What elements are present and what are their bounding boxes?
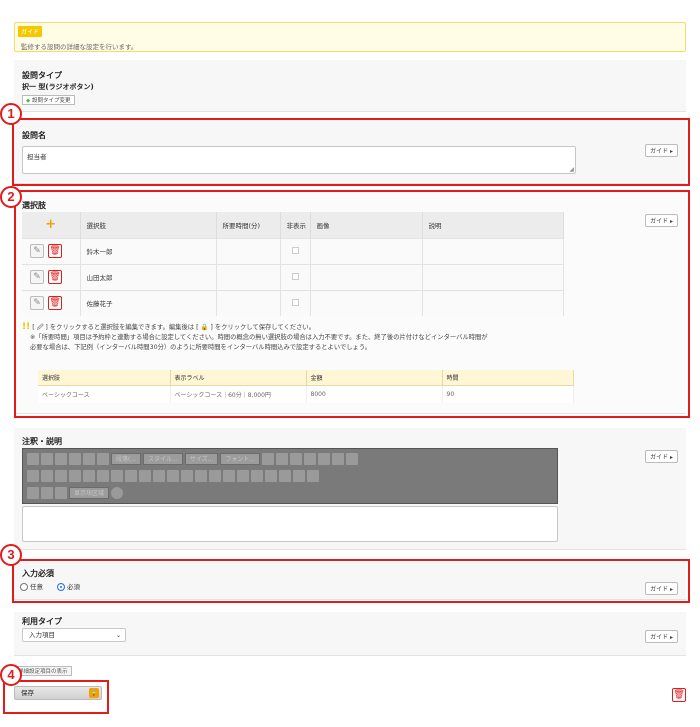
bullet-list-icon[interactable]	[181, 470, 193, 482]
align-left-icon[interactable]	[111, 470, 123, 482]
usage-type-value: 入力項目	[29, 631, 55, 639]
indent-icon[interactable]	[304, 453, 317, 465]
superscript-icon[interactable]	[97, 470, 109, 482]
usage-type-label: 利用タイプ	[22, 617, 62, 626]
usage-type-select[interactable]: 入力項目 ⌄	[22, 628, 126, 642]
chevron-down-icon: ⌄	[115, 632, 121, 639]
diamond-icon: ◆	[26, 98, 31, 104]
table-insert-icon[interactable]	[237, 470, 249, 482]
smiley-icon[interactable]	[265, 470, 277, 482]
question-type-change-label: 設問タイプ変更	[31, 98, 71, 104]
highlight-box-required	[12, 559, 690, 603]
rule-icon[interactable]	[346, 453, 359, 465]
help-icon[interactable]	[111, 487, 124, 499]
page-break-icon[interactable]	[279, 470, 291, 482]
guide-tag: ガイド	[18, 26, 43, 37]
special-char-icon[interactable]	[251, 470, 263, 482]
question-type-panel: 設問タイプ 択一 型(ラジオボタン) ◆ 設問タイプ変更	[14, 60, 686, 112]
guide-banner: ガイド 監修する設問の詳細な設定を行います。	[14, 22, 686, 52]
bold-icon[interactable]	[41, 453, 53, 465]
marker-4: 4	[0, 664, 22, 686]
marker-3: 3	[0, 544, 22, 566]
underline-icon[interactable]	[55, 470, 67, 482]
align-icon[interactable]	[332, 453, 345, 465]
copy-icon[interactable]	[262, 453, 275, 465]
subscript-icon[interactable]	[83, 470, 95, 482]
undo-icon[interactable]	[293, 470, 305, 482]
question-type-change-button[interactable]: ◆ 設問タイプ変更	[22, 95, 75, 105]
editor-toolbar: 段落(... スタイル... サイズ... フォント... 显示块区域	[22, 448, 558, 504]
delete-question-trash-icon[interactable]: 🗑	[672, 688, 686, 702]
link-icon[interactable]	[97, 453, 109, 465]
source-icon[interactable]	[27, 453, 39, 465]
print-icon[interactable]	[41, 487, 53, 499]
list-icon[interactable]	[290, 453, 303, 465]
table-icon[interactable]	[83, 453, 95, 465]
marker-1: 1	[0, 103, 22, 125]
highlight-box-save	[3, 680, 109, 714]
bg-color-icon[interactable]	[223, 470, 235, 482]
advanced-settings-link[interactable]: 詳細設定項目の表示	[14, 666, 72, 676]
guide-text: 監修する設問の詳細な設定を行います。	[21, 43, 138, 51]
question-type-label: 設問タイプ	[22, 71, 62, 80]
style-select[interactable]: スタイル...	[143, 453, 183, 465]
justify-icon[interactable]	[153, 470, 165, 482]
text-color-icon[interactable]	[209, 470, 221, 482]
outdent-icon[interactable]	[195, 470, 207, 482]
question-type-value: 択一 型(ラジオボタン)	[22, 83, 94, 91]
brush-icon[interactable]	[55, 453, 67, 465]
usage-type-panel: 利用タイプ 入力項目 ⌄ ガイド ▸	[14, 612, 686, 656]
paragraph-select[interactable]: 段落(...	[111, 453, 142, 465]
align-right-icon[interactable]	[139, 470, 151, 482]
align-center-icon[interactable]	[125, 470, 137, 482]
template-icon[interactable]	[55, 487, 67, 499]
quote-icon[interactable]	[318, 453, 331, 465]
notes-panel: 注釈・説明 ガイド ▸ 段落(... スタイル... サイズ... フォント..…	[14, 428, 686, 550]
preview-icon[interactable]	[27, 487, 39, 499]
italic-icon[interactable]	[41, 470, 53, 482]
notes-label: 注釈・説明	[22, 437, 62, 446]
font-select[interactable]: フォント...	[220, 453, 261, 465]
redo-icon[interactable]	[307, 470, 319, 482]
display-block-select[interactable]: 显示块区域	[69, 487, 110, 499]
usage-type-guide-button[interactable]: ガイド ▸	[645, 630, 678, 643]
size-select[interactable]: サイズ...	[184, 453, 219, 465]
notes-guide-button[interactable]: ガイド ▸	[645, 450, 678, 463]
paste-icon[interactable]	[276, 453, 289, 465]
ordered-list-icon[interactable]	[167, 470, 179, 482]
strike-icon[interactable]	[69, 470, 81, 482]
image-icon[interactable]	[69, 453, 81, 465]
format-icon[interactable]	[27, 470, 39, 482]
marker-2: 2	[0, 186, 22, 208]
highlight-box-question-name	[12, 118, 690, 186]
notes-textarea[interactable]	[22, 506, 558, 542]
highlight-box-choices	[14, 190, 690, 418]
